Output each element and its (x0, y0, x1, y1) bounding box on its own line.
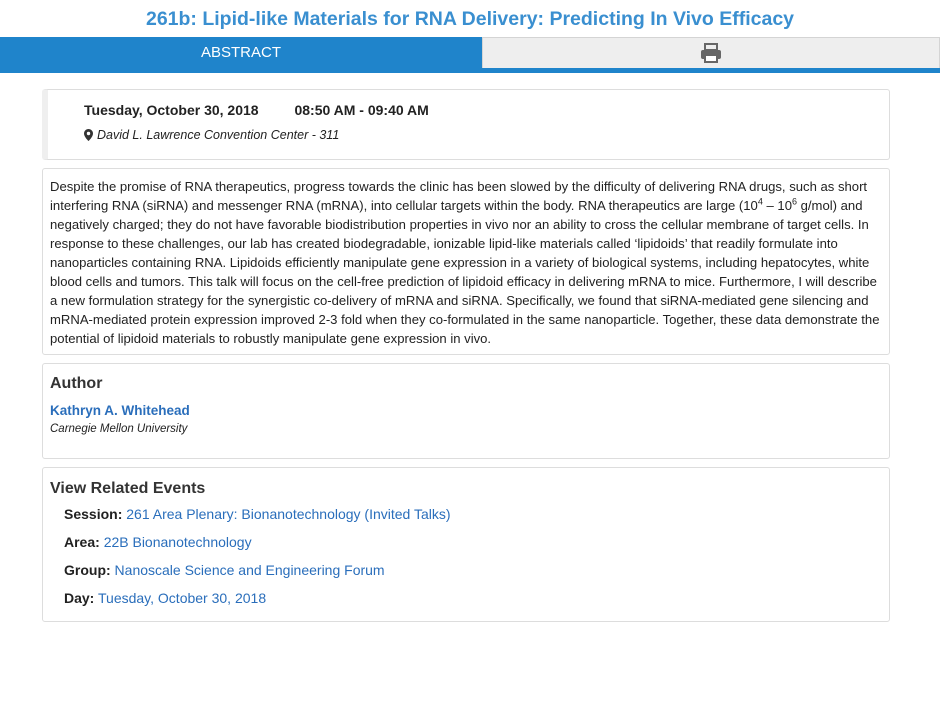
print-button[interactable] (482, 37, 940, 68)
event-time: 08:50 AM - 09:40 AM (294, 102, 429, 118)
related-area-row: Area: 22B Bionanotechnology (64, 528, 882, 556)
event-date: Tuesday, October 30, 2018 (84, 102, 259, 118)
abstract-text-3: g/mol) and negatively charged; they do n… (50, 198, 880, 346)
schedule-panel: Tuesday, October 30, 2018 08:50 AM - 09:… (42, 89, 890, 160)
related-label: Day: (64, 590, 95, 606)
related-events-panel: View Related Events Session: 261 Area Pl… (42, 467, 890, 622)
related-group-row: Group: Nanoscale Science and Engineering… (64, 556, 882, 584)
location-row: David L. Lawrence Convention Center - 31… (84, 128, 889, 142)
page-title: 261b: Lipid-like Materials for RNA Deliv… (145, 8, 795, 30)
map-marker-icon (84, 129, 93, 141)
event-location: David L. Lawrence Convention Center - 31… (97, 128, 340, 142)
author-affiliation: Carnegie Mellon University (50, 423, 188, 435)
schedule-row: Tuesday, October 30, 2018 08:50 AM - 09:… (84, 102, 889, 118)
related-label: Group: (64, 562, 111, 578)
author-name-link[interactable]: Kathryn A. Whitehead (50, 403, 882, 418)
related-day-link[interactable]: Tuesday, October 30, 2018 (98, 590, 266, 606)
author-panel: Author Kathryn A. Whitehead Carnegie Mel… (42, 363, 890, 459)
related-session-row: Session: 261 Area Plenary: Bionanotechno… (64, 500, 882, 528)
related-label: Area: (64, 534, 100, 550)
abstract-text-2: – 10 (762, 198, 792, 213)
related-label: Session: (64, 506, 123, 522)
tab-abstract[interactable]: ABSTRACT (0, 37, 482, 68)
abstract-text-1: Despite the promise of RNA therapeutics,… (50, 179, 868, 213)
author-heading: Author (50, 375, 103, 392)
print-icon (701, 43, 721, 63)
related-day-row: Day: Tuesday, October 30, 2018 (64, 584, 882, 612)
abstract-panel: Despite the promise of RNA therapeutics,… (42, 168, 890, 355)
related-area-link[interactable]: 22B Bionanotechnology (104, 534, 252, 550)
related-group-link[interactable]: Nanoscale Science and Engineering Forum (115, 562, 385, 578)
tab-bar: ABSTRACT (0, 37, 940, 73)
related-session-link[interactable]: 261 Area Plenary: Bionanotechnology (Inv… (126, 506, 450, 522)
related-heading: View Related Events (50, 480, 206, 497)
